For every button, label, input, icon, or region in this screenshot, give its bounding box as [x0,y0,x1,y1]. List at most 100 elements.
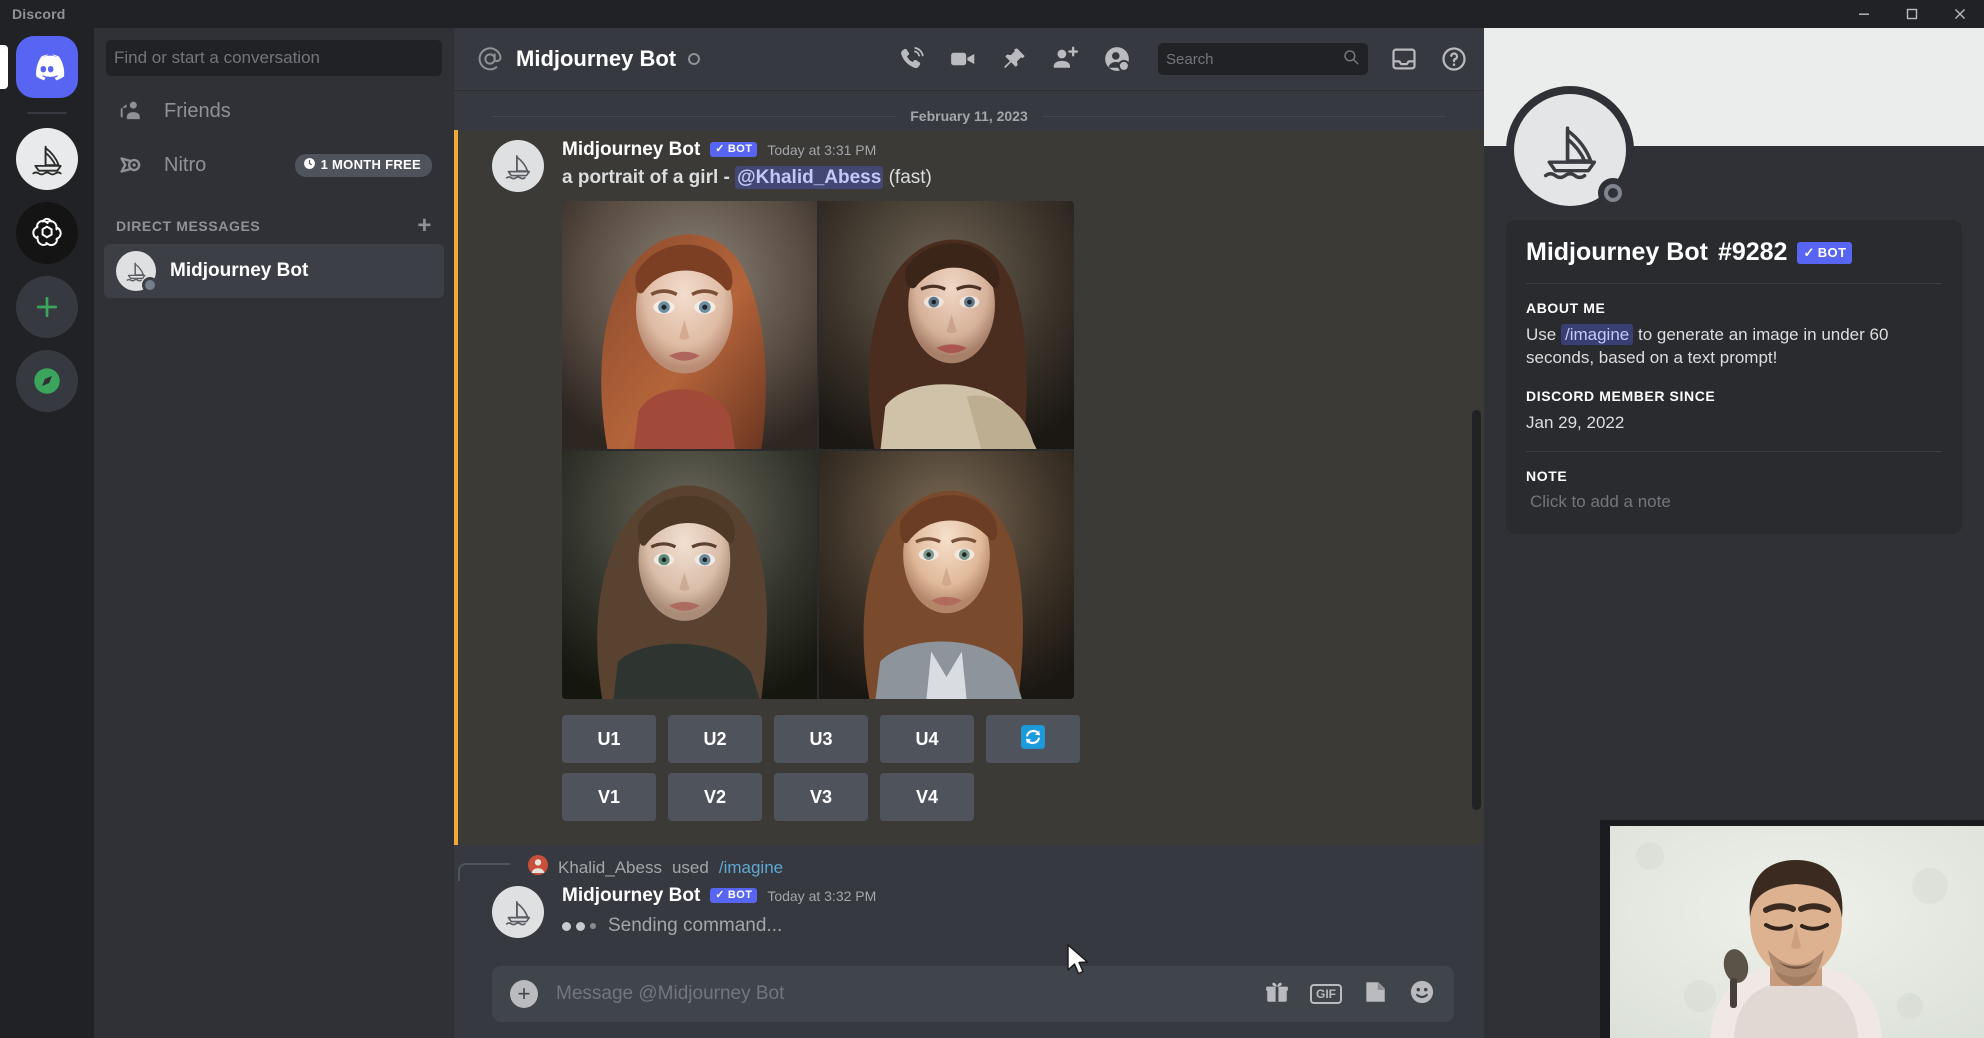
minimize-button[interactable] [1840,0,1888,28]
clock-icon [303,157,316,173]
variation-button-v3[interactable]: V3 [774,773,868,821]
upscale-button-u1[interactable]: U1 [562,715,656,763]
message-input[interactable]: Message @Midjourney Bot [556,983,1246,1005]
message-author[interactable]: Midjourney Bot [562,140,700,159]
gif-icon[interactable]: GIF [1310,984,1342,1004]
chat-header-actions: Search [898,43,1468,75]
slash-command-reference: Khalid_Abess used /imagine [492,855,1454,880]
composer-box[interactable]: + Message @Midjourney Bot [492,966,1454,1022]
create-dm-button[interactable]: + [417,214,432,238]
message-author[interactable]: Midjourney Bot [562,886,700,905]
member-since-value: Jan 29, 2022 [1526,412,1942,435]
composer-icons: GIF [1264,978,1436,1011]
user-mention[interactable]: @Khalid_Abess [735,166,883,189]
status-badge [142,277,158,293]
phone-call-icon[interactable] [898,45,926,73]
sticker-icon[interactable] [1362,979,1388,1010]
at-symbol-icon [476,45,504,73]
sailboat-icon [16,128,78,190]
member-since-label: DISCORD MEMBER SINCE [1526,388,1942,404]
chat-header: Midjourney Bot [454,28,1484,90]
page-title: Midjourney Bot [516,46,676,72]
variation-button-v2[interactable]: V2 [668,773,762,821]
date-divider: February 11, 2023 [492,108,1446,124]
rail-divider [27,112,67,114]
sidebar-item-nitro[interactable]: Nitro 1 MONTH FREE [104,138,444,192]
variation-button-v4[interactable]: V4 [880,773,974,821]
person-profile-icon[interactable] [1102,44,1132,74]
message-list: February 11, 2023 [454,90,1484,966]
midjourney-action-buttons: U1 U2 U3 U4 [562,715,1454,821]
about-me-section: ABOUT ME Use /imagine to generate an ima… [1526,300,1942,370]
close-button[interactable] [1936,0,1984,28]
find-conversation-placeholder: Find or start a conversation [114,48,320,68]
about-me-label: ABOUT ME [1526,300,1942,316]
rail-item-midjourney[interactable] [16,128,78,190]
upscale-button-u3[interactable]: U3 [774,715,868,763]
slash-command-label[interactable]: /imagine [719,858,783,878]
sidebar-item-friends[interactable]: Friends [104,84,444,138]
window-controls [1840,0,1984,28]
maximize-button[interactable] [1888,0,1936,28]
active-server-pill [0,45,8,89]
gift-icon[interactable] [1264,979,1290,1010]
rail-item-add-server[interactable] [16,276,78,338]
reroll-button[interactable] [986,715,1080,763]
discord-logo-icon [16,36,78,98]
search-input[interactable]: Search [1158,43,1368,75]
message-scrollbar[interactable] [1472,410,1481,810]
search-placeholder: Search [1166,51,1214,68]
rail-item-openai[interactable] [16,202,78,264]
variation-button-v1[interactable]: V1 [562,773,656,821]
verified-check-icon: ✓ [715,890,725,901]
direct-messages-label: DIRECT MESSAGES [116,218,260,234]
pin-icon[interactable] [1000,45,1028,73]
plus-circle-icon[interactable]: + [510,980,538,1008]
verified-check-icon: ✓ [715,144,725,155]
spacer-1 [1526,370,1942,388]
direct-messages-header: DIRECT MESSAGES + [94,192,454,244]
title-bar: Discord [0,0,1984,28]
video-camera-icon[interactable] [948,44,978,74]
message-group-first: Midjourney Bot ✓ BOT Today at 3:31 PM a … [454,130,1484,845]
compass-icon [16,350,78,412]
command-user-name[interactable]: Khalid_Abess [558,858,662,878]
emoji-icon[interactable] [1408,978,1436,1011]
upscale-button-row: U1 U2 U3 U4 [562,715,1454,763]
upscale-button-u2[interactable]: U2 [668,715,762,763]
dm-item-midjourney-bot[interactable]: Midjourney Bot [104,244,444,298]
rail-item-home[interactable] [16,36,78,98]
command-used-label: used [672,858,709,878]
openai-icon [16,202,78,264]
dm-sidebar: Find or start a conversation Friends [94,28,454,1038]
upscale-button-u4[interactable]: U4 [880,715,974,763]
generated-image-4[interactable] [819,451,1074,699]
rail-item-explore[interactable] [16,350,78,412]
note-input[interactable]: Click to add a note [1526,492,1942,512]
profile-divider-1 [1526,283,1942,284]
status-badge [1598,178,1628,208]
profile-discriminator: #9282 [1718,238,1788,267]
chat-column: Midjourney Bot [454,28,1484,1038]
webcam-video [1610,826,1984,1038]
avatar[interactable] [1506,86,1634,214]
avatar[interactable] [492,886,544,938]
bot-badge: ✓ BOT [710,142,757,157]
loading-dots-icon [562,922,596,931]
message-composer: + Message @Midjourney Bot [454,966,1484,1038]
sending-status-label: Sending command... [608,915,782,937]
generated-image-3[interactable] [562,451,817,699]
person-add-icon[interactable] [1050,44,1080,74]
divider-line-left [492,116,896,117]
help-question-icon[interactable] [1440,45,1468,73]
generated-image-grid[interactable] [562,201,1074,699]
webcam-overlay [1600,820,1984,1038]
find-conversation-input[interactable]: Find or start a conversation [106,40,442,76]
generated-image-2[interactable] [819,201,1074,449]
generated-image-1[interactable] [562,201,817,449]
inbox-icon[interactable] [1390,45,1418,73]
message-header: Midjourney Bot ✓ BOT Today at 3:32 PM [562,886,1454,905]
discord-app-window: Discord [0,0,1984,1038]
message-timestamp: Today at 3:31 PM [767,143,876,157]
avatar[interactable] [492,140,544,192]
